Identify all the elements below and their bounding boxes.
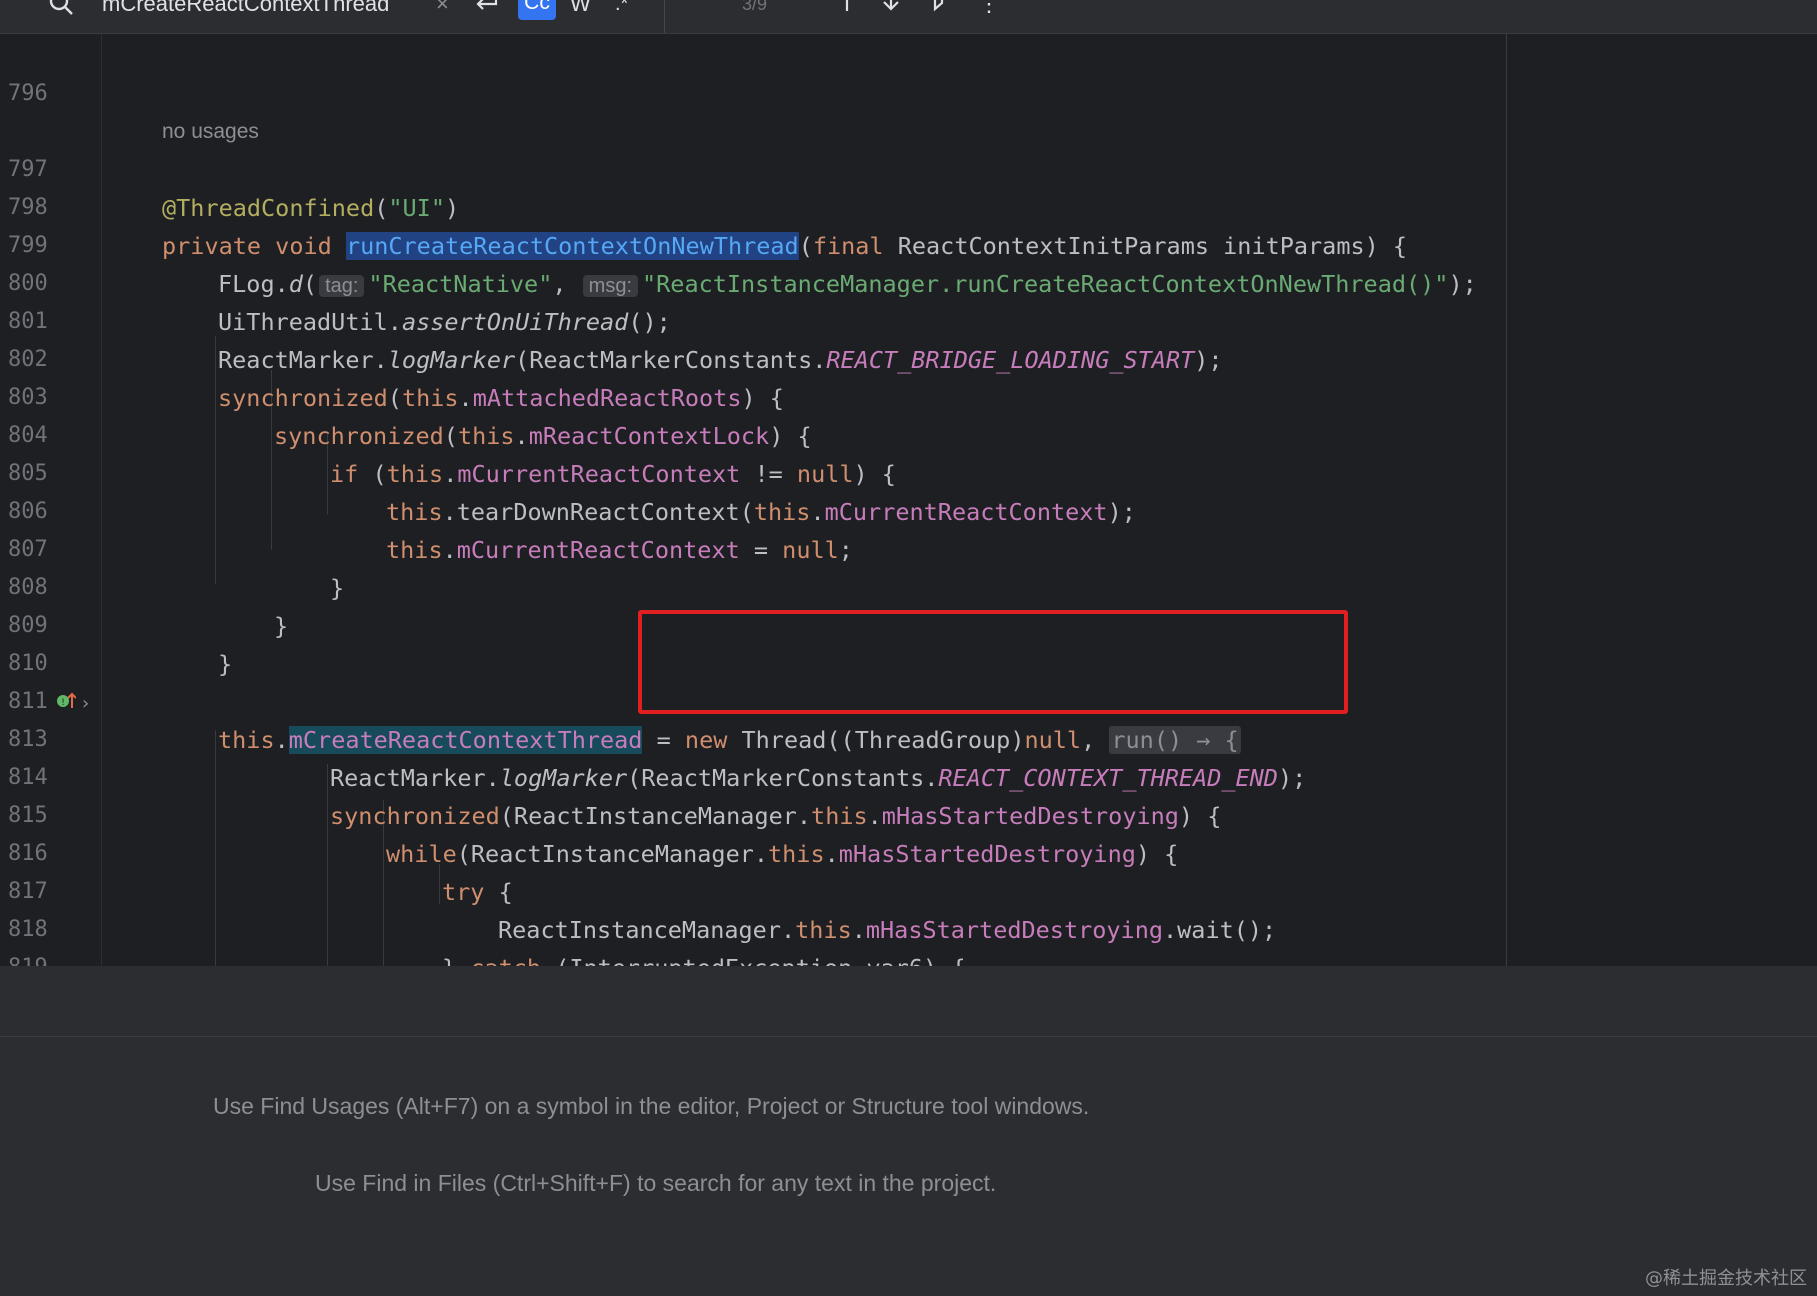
code-line: 817 ReactInstanceManager.this.mHasStarte… [0, 835, 1817, 944]
code-line: 797 @ThreadConfined("UI") [0, 113, 1817, 222]
match-case-toggle[interactable]: Cc [518, 0, 556, 20]
toolbar-divider [664, 0, 665, 33]
more-options-icon[interactable]: ⋮ [978, 0, 1000, 19]
code-line: 816 try { [0, 797, 1817, 906]
previous-occurrence-icon[interactable] [836, 0, 858, 19]
svg-text:!: ! [61, 698, 65, 708]
find-panel: Use Find Usages (Alt+F7) on a symbol in … [0, 1037, 1817, 1296]
regex-toggle[interactable]: .* [615, 0, 628, 19]
code-line: 815 while(ReactInstanceManager.this.mHas… [0, 759, 1817, 868]
find-in-files-tip: Use Find in Files (Ctrl+Shift+F) to sear… [315, 1170, 997, 1196]
code-line: no usages [0, 75, 1817, 143]
find-usages-tip: Use Find Usages (Alt+F7) on a symbol in … [213, 1093, 1090, 1119]
search-input[interactable]: mCreateReactContextThread [102, 0, 389, 19]
code-line: 818 } catch (InterruptedException var6) … [0, 873, 1817, 982]
code-line: 798 private void runCreateReactContextOn… [0, 151, 1817, 260]
find-panel-header [0, 966, 1817, 1037]
code-line: 809 } [0, 569, 1817, 678]
fold-expand-icon[interactable]: › [82, 693, 89, 714]
highlight-annotation-box [638, 610, 1348, 714]
code-line: 819 } [0, 911, 1817, 1020]
find-toolbar: mCreateReactContextThread × Cc W .* 3/9 … [0, 0, 1817, 34]
code-line: 801 ReactMarker.logMarker(ReactMarkerCon… [0, 265, 1817, 374]
filter-icon[interactable] [928, 0, 950, 19]
new-line-icon[interactable] [472, 0, 500, 20]
overrides-marker-icon[interactable]: ! [56, 691, 77, 711]
whole-words-toggle[interactable]: W [570, 0, 591, 19]
code-line: 802 synchronized(this.mAttachedReactRoot… [0, 303, 1817, 412]
code-editor[interactable]: 796 no usages 797 @ThreadConfined("UI") … [0, 34, 1817, 1020]
code-line: 814 synchronized(ReactInstanceManager.th… [0, 721, 1817, 830]
search-history-icon[interactable] [48, 0, 76, 18]
code-line: 799 FLog.d(tag: "ReactNative", msg: "React… [0, 189, 1817, 298]
code-line: 796 [0, 37, 1817, 106]
watermark: @稀土掘金技术社区 [1645, 1268, 1807, 1289]
code-line: 803 synchronized(this.mReactContextLock)… [0, 341, 1817, 450]
next-occurrence-icon[interactable] [880, 0, 902, 19]
code-line: 806 this.mCurrentReactContext = null; [0, 455, 1817, 564]
code-line: 800 UiThreadUtil.assertOnUiThread(); [0, 227, 1817, 336]
clear-search-icon[interactable]: × [436, 0, 449, 19]
code-line: 808 } [0, 531, 1817, 640]
code-line: 804 if (this.mCurrentReactContext != nul… [0, 379, 1817, 488]
code-line: 805 this.tearDownReactContext(this.mCurr… [0, 417, 1817, 526]
code-line: 807 } [0, 493, 1817, 602]
match-count: 3/9 [742, 0, 768, 14]
